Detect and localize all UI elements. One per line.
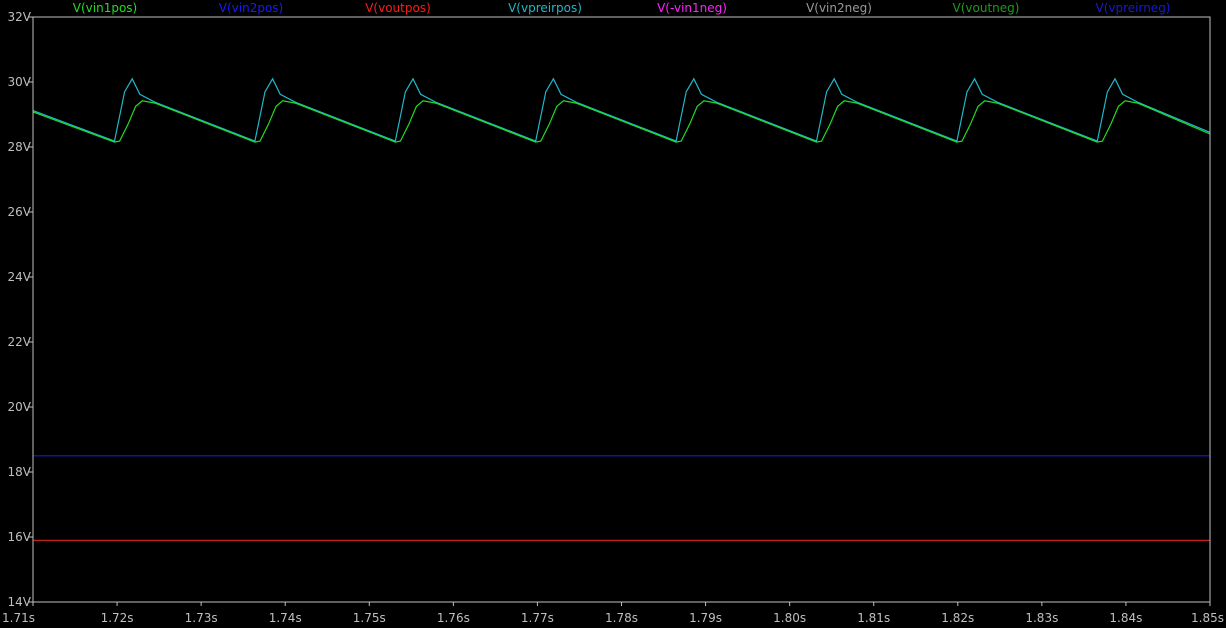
plot-background [0,0,1226,628]
y-tick-label: 14V [8,595,32,609]
x-tick-label: 1.82s [941,611,974,625]
legend-entry[interactable]: V(vpreirneg) [1095,1,1170,15]
x-tick-label: 1.74s [269,611,302,625]
legend-entry[interactable]: V(vin1pos) [73,1,137,15]
x-tick-label: 1.72s [101,611,134,625]
legend-entry[interactable]: V(vin2neg) [806,1,872,15]
y-tick-label: 24V [8,270,32,284]
x-tick-label: 1.71s [2,611,35,625]
legend-entry[interactable]: V(voutpos) [365,1,431,15]
x-tick-label: 1.77s [521,611,554,625]
x-tick-label: 1.73s [185,611,218,625]
x-tick-label: 1.78s [605,611,638,625]
y-tick-label: 20V [8,400,32,414]
x-tick-label: 1.84s [1109,611,1142,625]
x-tick-label: 1.80s [773,611,806,625]
legend-entry[interactable]: V(-vin1neg) [657,1,727,15]
x-tick-label: 1.83s [1025,611,1058,625]
legend-entry[interactable]: V(vpreirpos) [508,1,582,15]
y-tick-label: 28V [8,140,32,154]
x-tick-label: 1.85s [1191,611,1224,625]
y-tick-label: 32V [8,10,32,24]
x-tick-label: 1.76s [437,611,470,625]
x-tick-label: 1.79s [689,611,722,625]
y-tick-label: 18V [8,465,32,479]
x-tick-label: 1.81s [857,611,890,625]
x-tick-label: 1.75s [353,611,386,625]
legend-entry[interactable]: V(voutneg) [953,1,1020,15]
legend-entry[interactable]: V(vin2pos) [219,1,283,15]
y-tick-label: 22V [8,335,32,349]
y-tick-label: 30V [8,75,32,89]
y-tick-label: 26V [8,205,32,219]
y-tick-label: 16V [8,530,32,544]
waveform-plot[interactable]: V(vin1pos) V(vin2pos) V(voutpos) V(vpreirpo… [0,0,1226,628]
